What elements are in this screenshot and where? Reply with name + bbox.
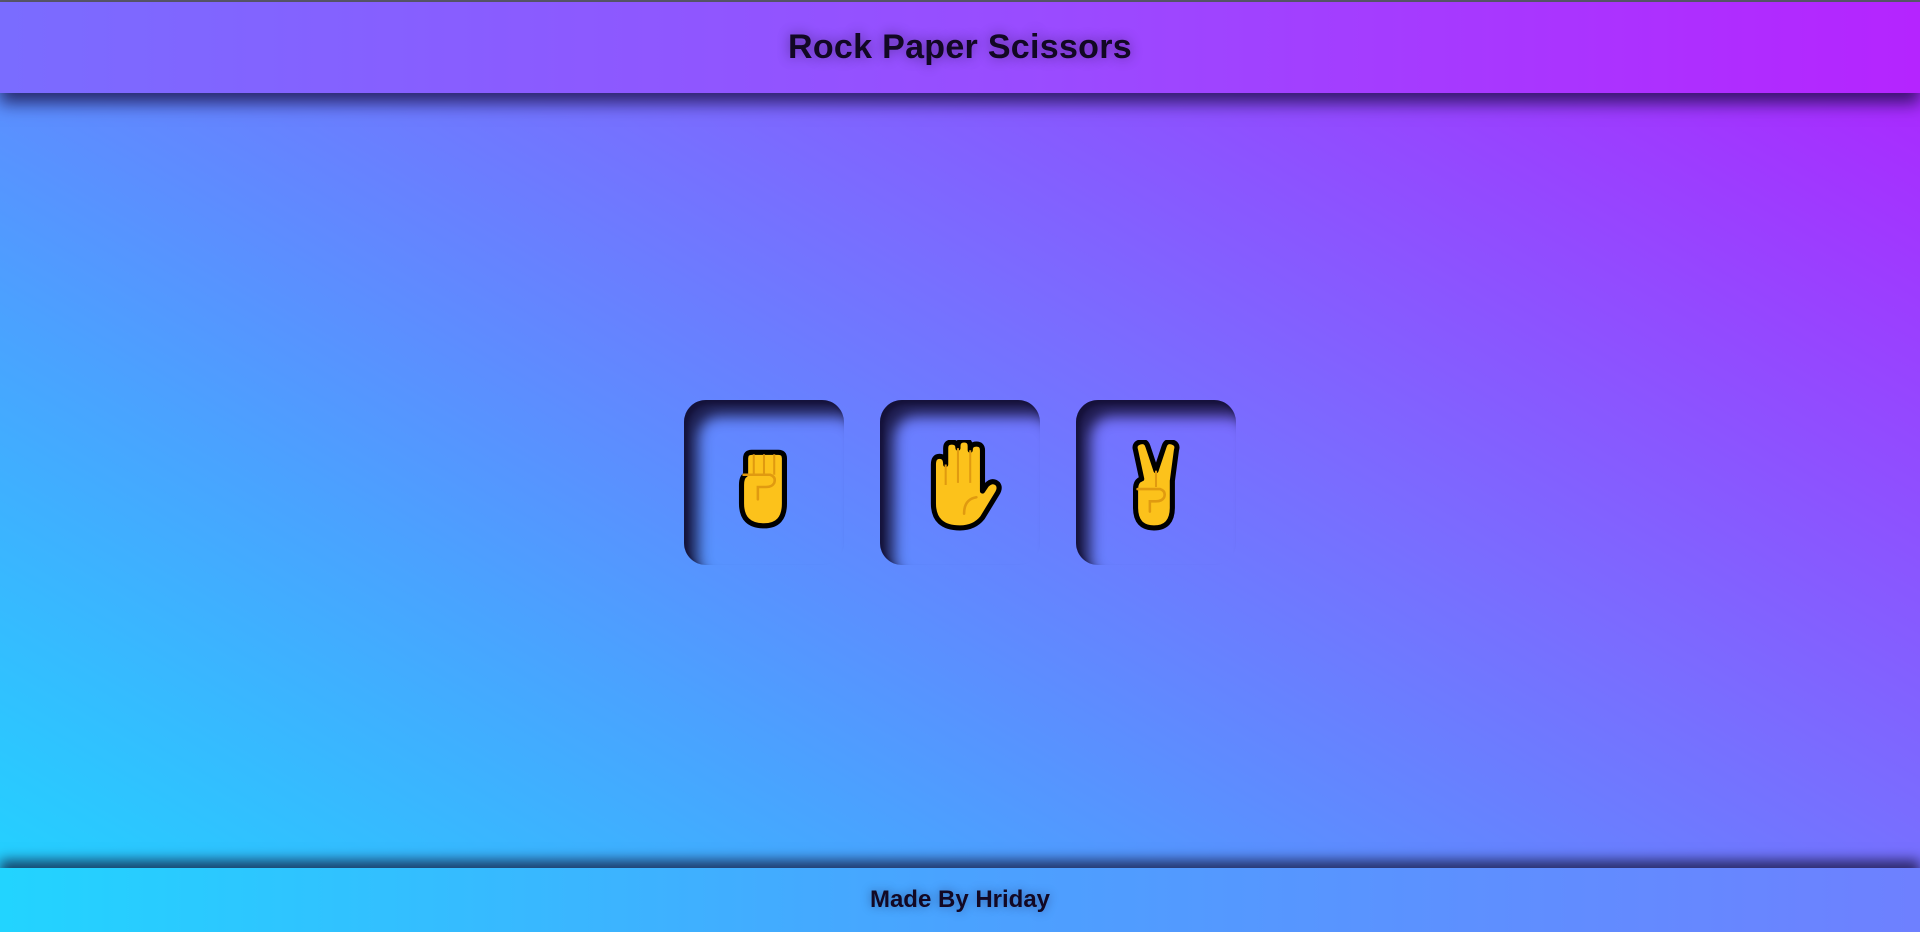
victory-hand-icon bbox=[1132, 439, 1180, 530]
footer-credit: Made By Hriday bbox=[869, 886, 1051, 913]
paper-button[interactable] bbox=[880, 400, 1040, 565]
rock-button[interactable] bbox=[684, 400, 844, 565]
scissors-button[interactable] bbox=[1076, 400, 1236, 565]
raised-fist-icon bbox=[738, 449, 787, 528]
raised-hand-icon bbox=[930, 439, 1002, 530]
page-title: Rock Paper Scissors bbox=[788, 28, 1132, 66]
choices-row bbox=[0, 400, 1920, 565]
page-header: Rock Paper Scissors bbox=[0, 2, 1920, 93]
page-footer: Made By Hriday bbox=[0, 868, 1920, 932]
